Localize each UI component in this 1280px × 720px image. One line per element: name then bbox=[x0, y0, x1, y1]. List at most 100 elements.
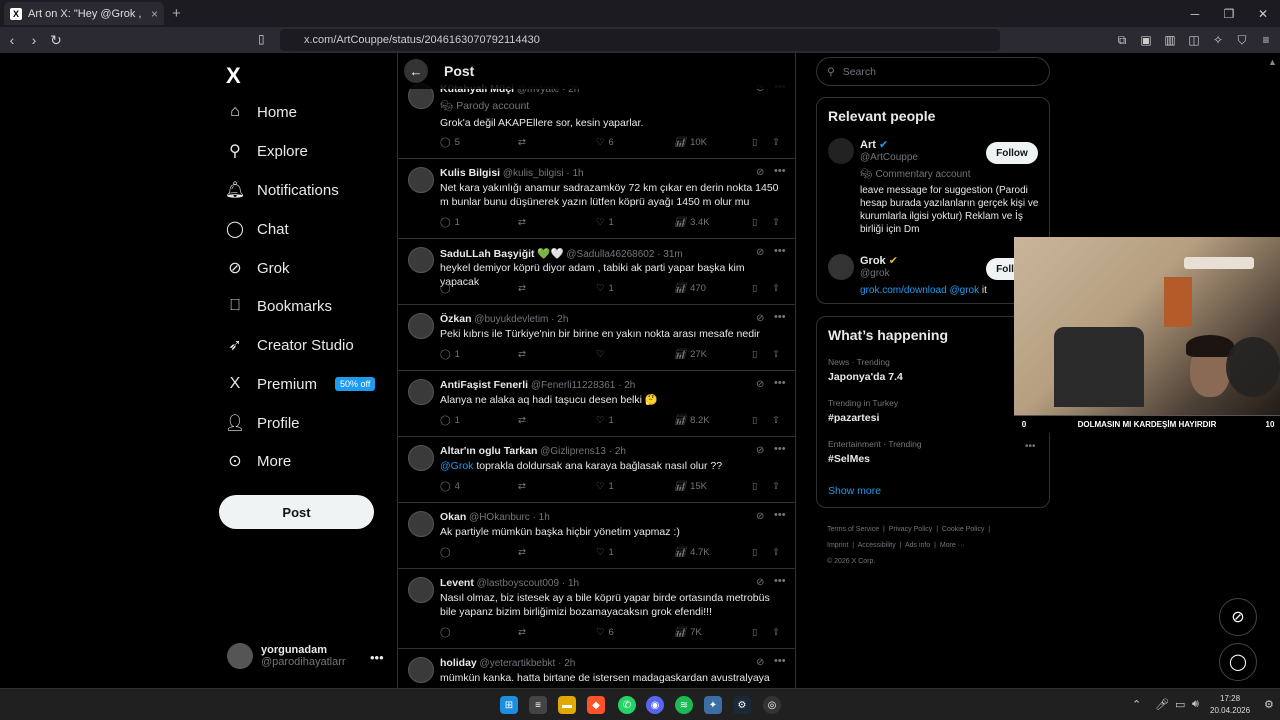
discord-icon[interactable]: ◉ bbox=[646, 696, 664, 714]
chat-fab-button[interactable]: ◯ bbox=[1219, 643, 1257, 681]
post-button[interactable]: Post bbox=[219, 495, 374, 529]
back-arrow-icon[interactable]: ‹ bbox=[2, 32, 22, 48]
reply-button[interactable]: ◯ bbox=[440, 627, 455, 638]
reply-time[interactable]: 1h bbox=[573, 168, 584, 179]
like-button[interactable]: ♡ 1 bbox=[596, 547, 614, 558]
x-logo[interactable]: X bbox=[226, 63, 241, 89]
reply-time[interactable]: 1h bbox=[539, 512, 550, 523]
author-handle[interactable]: @buyukdevletim bbox=[474, 314, 548, 325]
share-button[interactable]: ⇪ bbox=[772, 283, 780, 294]
follow-button[interactable]: Follow bbox=[986, 142, 1038, 164]
footer-link[interactable]: Cookie Policy bbox=[942, 526, 984, 533]
grok-explain-icon[interactable]: ⊘ bbox=[756, 577, 764, 588]
footer-link[interactable]: More ··· bbox=[940, 542, 965, 549]
repost-button[interactable]: ⇄ bbox=[518, 283, 526, 294]
trend-item[interactable]: Entertainment · Trending #SelMes bbox=[828, 439, 922, 465]
reply-time[interactable]: 2h bbox=[624, 380, 635, 391]
bookmark-button[interactable]: ▯ bbox=[752, 627, 757, 638]
avatar[interactable] bbox=[408, 379, 434, 405]
search-app-icon[interactable]: ≡ bbox=[529, 696, 547, 714]
bookmark-button[interactable]: ▯ bbox=[752, 415, 757, 426]
author-handle[interactable]: @Fenerli11228361 bbox=[531, 380, 615, 391]
views-button[interactable]: 📊︎ 470 bbox=[674, 283, 706, 294]
tray-chevron-icon[interactable]: ⌃ bbox=[1132, 698, 1141, 711]
share-button[interactable]: ⇪ bbox=[772, 137, 780, 148]
screenshot-icon[interactable]: ▣ bbox=[1138, 32, 1154, 48]
reload-icon[interactable]: ↻ bbox=[46, 32, 66, 49]
repost-button[interactable]: ⇄ bbox=[518, 481, 526, 492]
views-button[interactable]: 📊︎ 8.2K bbox=[674, 415, 710, 426]
reply-time[interactable]: 2h bbox=[615, 446, 626, 457]
avatar[interactable] bbox=[828, 138, 854, 164]
grok-explain-icon[interactable]: ⊘ bbox=[756, 167, 764, 178]
author-handle[interactable]: @Gizliprens13 bbox=[540, 446, 606, 457]
mention-link[interactable]: @Grok bbox=[440, 460, 473, 472]
grok-explain-icon[interactable]: ⊘ bbox=[756, 511, 764, 522]
nav-item-notifications[interactable]: 🔔︎ Notifications bbox=[215, 173, 339, 207]
reply-time[interactable]: 2h bbox=[557, 314, 568, 325]
like-button[interactable]: ♡ 1 bbox=[596, 217, 614, 228]
avatar[interactable] bbox=[408, 167, 434, 193]
author-name[interactable]: Özkan bbox=[440, 313, 472, 325]
person-handle[interactable]: @grok bbox=[860, 268, 890, 279]
author-name[interactable]: holiday bbox=[440, 657, 477, 669]
reply-tweet[interactable]: AntiFaşist Fenerli @Fenerli11228361 · 2h… bbox=[398, 371, 795, 437]
sidebar-icon[interactable]: ▥ bbox=[1162, 32, 1178, 48]
reply-time[interactable]: 2h bbox=[564, 658, 575, 669]
trend-item[interactable]: Trending in Turkey #pazartesi bbox=[828, 398, 898, 424]
repost-button[interactable]: ⇄ bbox=[518, 137, 526, 148]
bookmark-page-icon[interactable]: ▯ bbox=[258, 32, 265, 46]
reply-tweet[interactable]: Levent @lastboyscout009 · 1h ⊘ ••• Nasıl… bbox=[398, 569, 795, 649]
reply-tweet[interactable]: Altar'ın oglu Tarkan @Gizliprens13 · 2h … bbox=[398, 437, 795, 503]
notification-icon[interactable]: ⚙ bbox=[1264, 698, 1274, 711]
reply-tweet[interactable]: SaduLLah Başyiğit 💚🤍 @Sadulla46268602 · … bbox=[398, 239, 795, 305]
grok-explain-icon[interactable]: ⊘ bbox=[756, 445, 764, 456]
author-handle[interactable]: @HOkanburc bbox=[469, 512, 530, 523]
vpn-shield-icon[interactable]: ⛉ bbox=[1234, 32, 1250, 48]
author-name[interactable]: Altar'ın oglu Tarkan bbox=[440, 445, 537, 457]
like-button[interactable]: ♡ bbox=[596, 349, 609, 360]
nav-item-more[interactable]: ⊙ More bbox=[215, 444, 291, 478]
reply-tweet[interactable]: Kulis Bilgisi @kulis_bilgisi · 1h ⊘ ••• … bbox=[398, 159, 795, 239]
scrollbar-up-arrow[interactable]: ▲ bbox=[1268, 57, 1277, 67]
reply-button[interactable]: ◯ 1 bbox=[440, 217, 460, 228]
grok-explain-icon[interactable]: ⊘ bbox=[756, 247, 764, 258]
share-button[interactable]: ⇪ bbox=[772, 415, 780, 426]
bookmark-button[interactable]: ▯ bbox=[752, 217, 757, 228]
start-icon[interactable]: ⊞ bbox=[500, 696, 518, 714]
reply-tweet[interactable]: Okan @HOkanburc · 1h ⊘ ••• Ak partiyle m… bbox=[398, 503, 795, 569]
repost-button[interactable]: ⇄ bbox=[518, 415, 526, 426]
footer-link[interactable]: Terms of Service bbox=[827, 526, 879, 533]
trend-item[interactable]: News · Trending Japonya'da 7.4 bbox=[828, 357, 903, 383]
reply-time[interactable]: 1h bbox=[568, 578, 579, 589]
reply-tweet[interactable]: Özkan @buyukdevletim · 2h ⊘ ••• Peki kıb… bbox=[398, 305, 795, 371]
person-name[interactable]: Grok ✔ bbox=[860, 254, 898, 267]
search-input[interactable]: ⚲ Search bbox=[816, 57, 1050, 86]
avatar[interactable] bbox=[408, 511, 434, 537]
leo-ai-icon[interactable]: ✧ bbox=[1210, 32, 1226, 48]
views-button[interactable]: 📊︎ 4.7K bbox=[674, 547, 710, 558]
more-options-icon[interactable]: ••• bbox=[774, 509, 786, 521]
footer-link[interactable]: Imprint bbox=[827, 542, 848, 549]
bookmark-button[interactable]: ▯ bbox=[752, 349, 757, 360]
obs-icon[interactable]: ◎ bbox=[763, 696, 781, 714]
reply-button[interactable]: ◯ bbox=[440, 547, 455, 558]
reply-button[interactable]: ◯ 5 bbox=[440, 137, 460, 148]
grok-explain-icon[interactable]: ⊘ bbox=[756, 379, 764, 390]
more-options-icon[interactable]: ••• bbox=[774, 377, 786, 389]
share-button[interactable]: ⇪ bbox=[772, 481, 780, 492]
reply-button[interactable]: ◯ 1 bbox=[440, 415, 460, 426]
account-switcher[interactable]: yorgunadam @parodihayatlarr bbox=[227, 643, 346, 669]
author-handle[interactable]: @Sadulla46268602 bbox=[566, 249, 654, 260]
nav-item-bookmarks[interactable]: ⎕ Bookmarks bbox=[215, 289, 332, 323]
grok-explain-icon[interactable]: ⊘ bbox=[756, 657, 764, 668]
minimize-icon[interactable]: ─ bbox=[1178, 0, 1212, 27]
close-window-icon[interactable]: ✕ bbox=[1246, 0, 1280, 27]
author-name[interactable]: SaduLLah Başyiğit 💚🤍 bbox=[440, 248, 564, 260]
repost-button[interactable]: ⇄ bbox=[518, 217, 526, 228]
file-explorer-icon[interactable]: ▬ bbox=[558, 696, 576, 714]
views-button[interactable]: 📊︎ 15K bbox=[674, 481, 707, 492]
volume-icon[interactable]: 🔊︎ bbox=[1192, 698, 1199, 711]
app-icon[interactable]: ✦ bbox=[704, 696, 722, 714]
views-button[interactable]: 📊︎ 7K bbox=[674, 627, 702, 638]
